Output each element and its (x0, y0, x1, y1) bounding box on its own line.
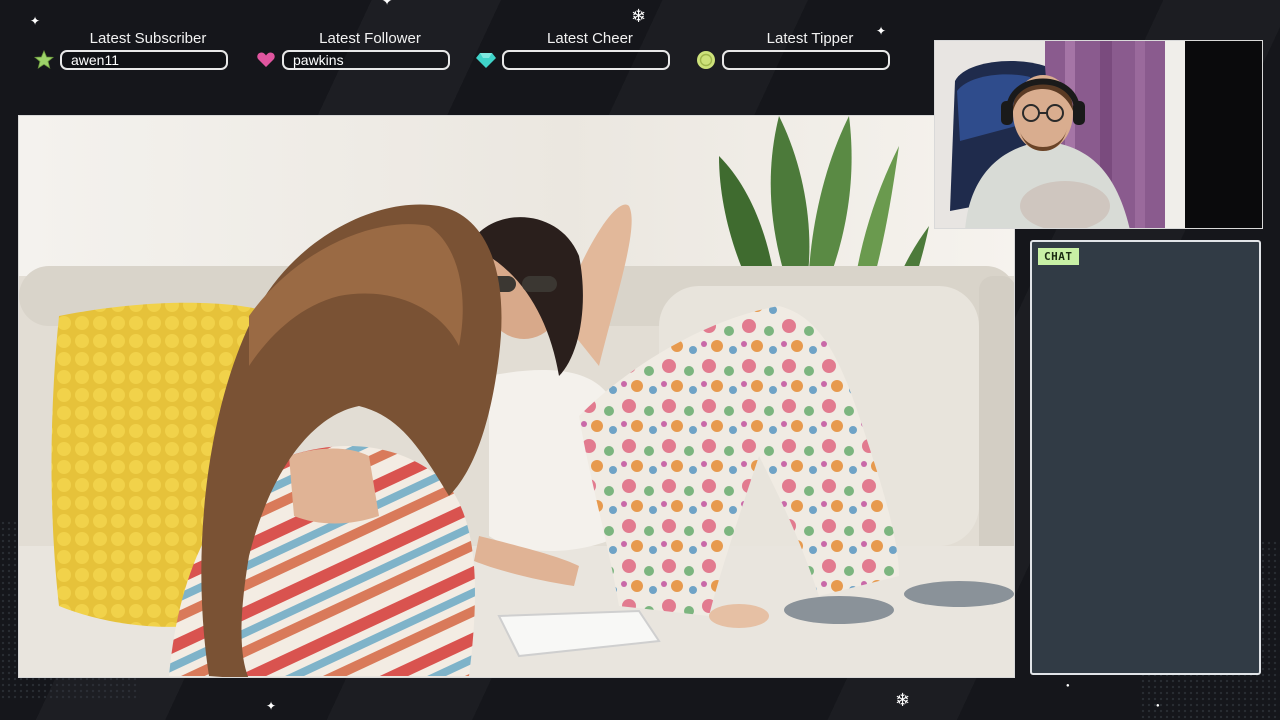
stat-value: awen11 (60, 50, 228, 70)
stat-label: Latest Tipper (766, 30, 854, 47)
webcam-feed: prem (935, 41, 1262, 228)
latest-tipper-widget: Latest Tipper (696, 30, 896, 74)
chat-panel[interactable]: CHAT (1030, 240, 1261, 675)
stat-label: Latest Cheer (547, 30, 633, 47)
sparkle-icon: ● (1156, 703, 1160, 709)
star-icon (34, 50, 54, 70)
stat-label: Latest Subscriber (89, 30, 207, 47)
snowflake-icon: ❄ (895, 690, 911, 710)
heart-icon (256, 50, 276, 70)
main-video-frame (18, 115, 1015, 678)
latest-follower-widget: Latest Follower pawkins (256, 30, 456, 74)
stream-overlay: ✦ ✦ ❄ ✦ ✦ ❄ ● ● Latest Subscriber awen11… (0, 0, 1280, 720)
latest-cheer-widget: Latest Cheer (476, 30, 676, 74)
sparkle-icon: ✦ (266, 699, 277, 713)
stat-value: pawkins (282, 50, 450, 70)
sparkle-icon: ✦ (382, 0, 393, 8)
stat-label: Latest Follower (319, 30, 421, 47)
webcam-frame: prem (934, 40, 1263, 229)
video-scene (19, 116, 1014, 677)
latest-subscriber-widget: Latest Subscriber awen11 (34, 30, 234, 74)
sparkle-icon: ● (1066, 683, 1070, 689)
stat-value (502, 50, 670, 70)
snowflake-icon: ❄ (631, 6, 647, 26)
sparkle-icon: ✦ (30, 14, 41, 28)
gem-icon (476, 50, 496, 70)
coin-icon (696, 50, 716, 70)
chat-label: CHAT (1038, 248, 1079, 265)
stat-value (722, 50, 890, 70)
